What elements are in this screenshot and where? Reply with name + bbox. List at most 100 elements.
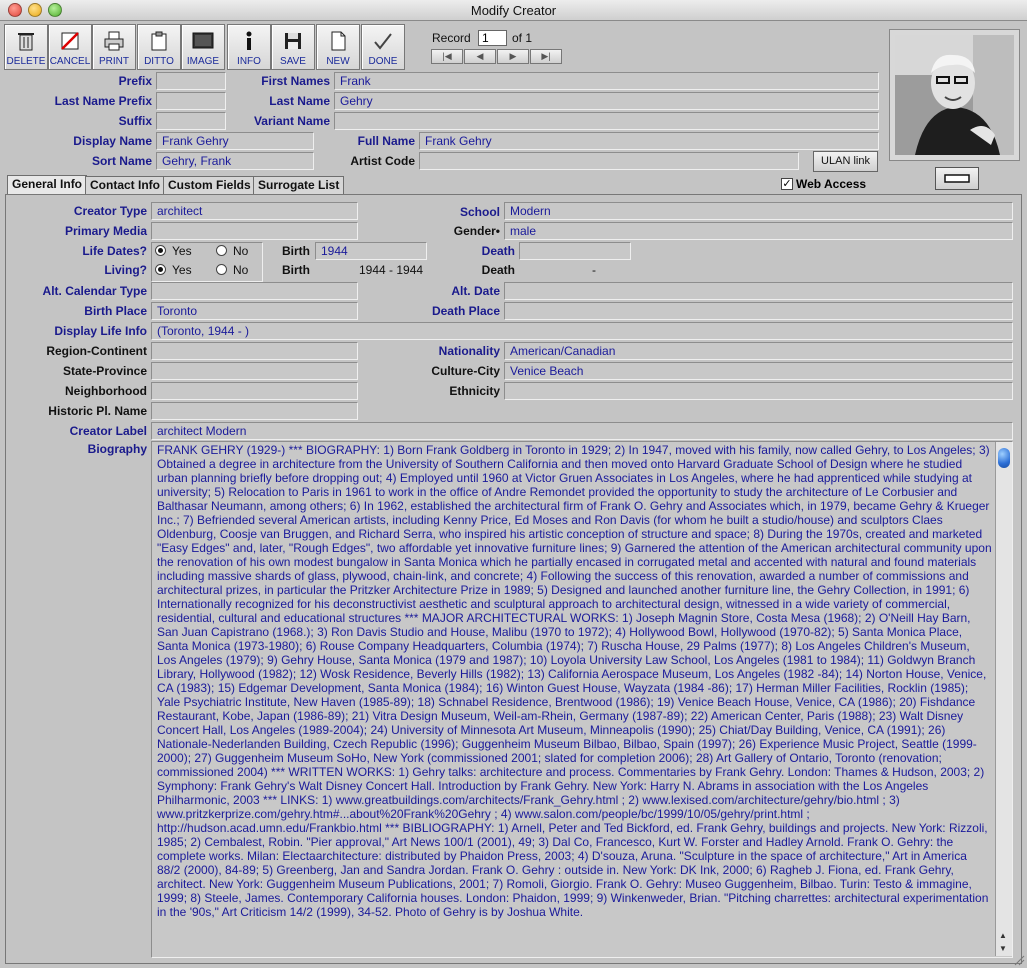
- creator-type-label: Creator Type: [73, 204, 147, 218]
- historic-field[interactable]: [151, 402, 358, 420]
- tab-surrogate-list[interactable]: Surrogate List: [253, 176, 345, 194]
- death-field[interactable]: [519, 242, 631, 260]
- close-window-button[interactable]: [8, 3, 22, 17]
- tab-custom-fields[interactable]: Custom Fields: [163, 176, 256, 194]
- artist-code-field[interactable]: [419, 152, 799, 170]
- cancel-label: CANCEL: [49, 56, 91, 67]
- display-life-label: Display Life Info: [54, 324, 147, 338]
- creator-type-field[interactable]: architect: [151, 202, 358, 220]
- done-label: DONE: [368, 56, 398, 67]
- death-range-value: -: [592, 263, 596, 277]
- ulan-link-button[interactable]: ULAN link: [813, 151, 878, 172]
- radio-selected-icon: [155, 264, 166, 275]
- life-dates-yes[interactable]: Yes: [155, 244, 192, 258]
- creator-label-field[interactable]: architect Modern: [151, 422, 1013, 440]
- last-name-field[interactable]: Gehry: [334, 92, 879, 110]
- primary-media-field[interactable]: [151, 222, 358, 240]
- state-field[interactable]: [151, 362, 358, 380]
- variant-name-label: Variant Name: [253, 114, 330, 128]
- radio-selected-icon: [155, 245, 166, 256]
- image-icon: [192, 32, 214, 49]
- scroll-up-arrow-icon[interactable]: ▲: [999, 931, 1007, 940]
- birth-place-field[interactable]: Toronto: [151, 302, 358, 320]
- first-names-field[interactable]: Frank: [334, 72, 879, 90]
- radio-empty-icon: [216, 264, 227, 275]
- tab-general-info[interactable]: General Info: [7, 175, 88, 195]
- neighborhood-label: Neighborhood: [65, 384, 147, 398]
- print-label: PRINT: [99, 56, 129, 67]
- trash-icon: [18, 33, 34, 51]
- ethnicity-field[interactable]: [504, 382, 1013, 400]
- checkmark-icon: [374, 33, 392, 50]
- info-button[interactable]: INFO: [227, 24, 271, 70]
- ditto-icon: [151, 31, 167, 51]
- creator-label-label: Creator Label: [69, 424, 147, 438]
- alt-date-field[interactable]: [504, 282, 1013, 300]
- primary-media-label: Primary Media: [64, 224, 147, 238]
- save-button[interactable]: SAVE: [271, 24, 315, 70]
- title-bar: Modify Creator: [0, 0, 1027, 21]
- school-field[interactable]: Modern: [504, 202, 1013, 220]
- new-button[interactable]: NEW: [316, 24, 360, 70]
- done-button[interactable]: DONE: [361, 24, 405, 70]
- birth-field[interactable]: 1944: [315, 242, 427, 260]
- death-place-label: Death Place: [431, 304, 500, 318]
- biography-scrollbar[interactable]: ▲ ▼: [995, 442, 1012, 956]
- web-access-checkbox[interactable]: ✓: [781, 178, 793, 190]
- living-no[interactable]: No: [216, 263, 248, 277]
- region-field[interactable]: [151, 342, 358, 360]
- ditto-button[interactable]: DITTO: [137, 24, 181, 70]
- full-name-field[interactable]: Frank Gehry: [419, 132, 879, 150]
- window-title: Modify Creator: [470, 3, 557, 18]
- scroll-down-arrow-icon[interactable]: ▼: [999, 944, 1007, 953]
- life-dates-no[interactable]: No: [216, 244, 248, 258]
- record-number-input[interactable]: 1: [478, 30, 507, 46]
- death-place-field[interactable]: [504, 302, 1013, 320]
- cancel-icon: [61, 32, 79, 50]
- info-icon: [246, 31, 252, 50]
- neighborhood-field[interactable]: [151, 382, 358, 400]
- floppy-disk-icon: [285, 33, 301, 49]
- prev-record-button[interactable]: ◀: [464, 49, 496, 64]
- zoom-window-button[interactable]: [48, 3, 62, 17]
- first-record-button[interactable]: |◀: [431, 49, 463, 64]
- first-names-label: First Names: [261, 74, 330, 88]
- gender-field[interactable]: male: [504, 222, 1013, 240]
- portrait-photo: [895, 35, 1014, 155]
- keyboard-icon: [944, 174, 970, 183]
- alt-calendar-field[interactable]: [151, 282, 358, 300]
- minimize-window-button[interactable]: [28, 3, 42, 17]
- image-toggle-button[interactable]: [935, 167, 979, 190]
- scroll-thumb[interactable]: [998, 448, 1010, 468]
- display-life-field[interactable]: (Toronto, 1944 - ): [151, 322, 1013, 340]
- last-name-prefix-label: Last Name Prefix: [54, 94, 152, 108]
- display-name-field[interactable]: Frank Gehry: [156, 132, 314, 150]
- living-yes-label: Yes: [172, 263, 192, 277]
- info-label: INFO: [237, 56, 261, 67]
- next-record-button[interactable]: ▶: [497, 49, 529, 64]
- last-name-label: Last Name: [269, 94, 330, 108]
- sort-name-field[interactable]: Gehry, Frank: [156, 152, 314, 170]
- cancel-button[interactable]: CANCEL: [48, 24, 92, 70]
- nationality-field[interactable]: American/Canadian: [504, 342, 1013, 360]
- tab-contact-info[interactable]: Contact Info: [85, 176, 165, 194]
- suffix-label: Suffix: [118, 114, 152, 128]
- biography-textarea[interactable]: FRANK GEHRY (1929-) *** BIOGRAPHY: 1) Bo…: [151, 441, 1013, 958]
- radio-empty-icon: [216, 245, 227, 256]
- last-record-button[interactable]: ▶|: [530, 49, 562, 64]
- living-yes[interactable]: Yes: [155, 263, 192, 277]
- artist-code-label: Artist Code: [350, 154, 415, 168]
- prefix-label: Prefix: [118, 74, 152, 88]
- historic-label: Historic Pl. Name: [48, 404, 147, 418]
- variant-name-field[interactable]: [334, 112, 879, 130]
- creator-photo: [889, 29, 1020, 161]
- death-label: Death: [481, 244, 515, 258]
- culture-city-label: Culture-City: [431, 364, 500, 378]
- print-button[interactable]: PRINT: [92, 24, 136, 70]
- resize-grip-icon[interactable]: [1012, 953, 1025, 966]
- delete-button[interactable]: DELETE: [4, 24, 48, 70]
- web-access-label: Web Access: [796, 177, 867, 191]
- image-button[interactable]: IMAGE: [181, 24, 225, 70]
- culture-city-field[interactable]: Venice Beach: [504, 362, 1013, 380]
- birth-range-value: 1944 - 1944: [359, 263, 424, 277]
